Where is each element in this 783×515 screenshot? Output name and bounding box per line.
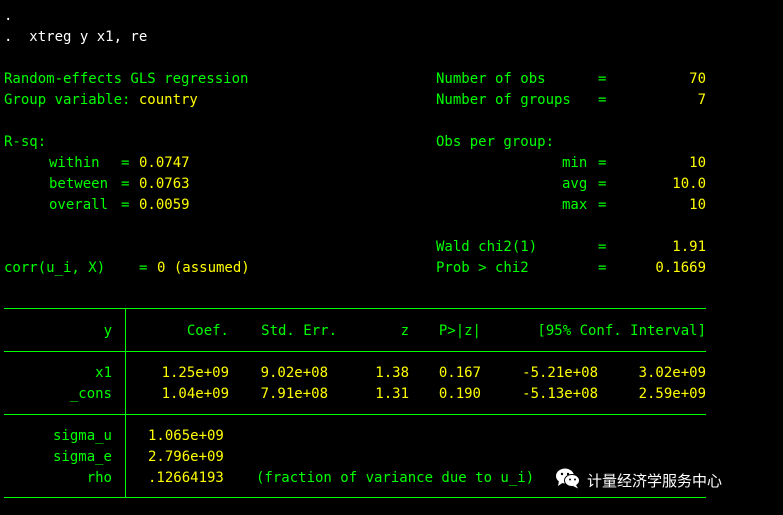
prob-eq: =	[598, 260, 607, 276]
table-header-coef: Coef.	[186, 323, 229, 339]
sigma-u-value: 1.065e+09	[148, 428, 224, 444]
max-label: max	[562, 197, 588, 213]
rho-value: .12664193	[148, 470, 224, 486]
corr-label: corr(u_i, X)	[4, 260, 106, 276]
table-cell-p: 0.190	[438, 386, 481, 402]
regression-title: Random-effects GLS regression	[4, 71, 249, 87]
table-cell-se: 7.91e+08	[260, 386, 328, 402]
rsq-between-eq: =	[121, 176, 130, 192]
rsq-overall-eq: =	[121, 197, 130, 213]
table-header-rule	[4, 351, 706, 352]
table-cell-p: 0.167	[438, 365, 481, 381]
table-cell-se: 9.02e+08	[260, 365, 328, 381]
rsq-label: R-sq:	[4, 134, 47, 150]
table-bottom-rule	[4, 497, 706, 498]
group-variable-value: country	[138, 92, 198, 108]
num-obs-eq: =	[598, 71, 607, 87]
prob-value: 0.1669	[655, 260, 706, 276]
table-header-z: z	[400, 323, 409, 339]
group-variable-label: Group variable:	[4, 92, 139, 108]
obs-per-group-label: Obs per group:	[436, 134, 555, 150]
table-cell-z: 1.31	[375, 386, 409, 402]
table-cell-lo: -5.13e+08	[522, 386, 598, 402]
avg-label: avg	[562, 176, 588, 192]
max-eq: =	[598, 197, 607, 213]
watermark: 计量经济学服务中心	[555, 467, 722, 493]
table-cell-coef: 1.04e+09	[161, 386, 229, 402]
table-cell-z: 1.38	[375, 365, 409, 381]
sigma-u-label: sigma_u	[52, 428, 112, 444]
table-header-stderr: Std. Err.	[261, 323, 337, 339]
rsq-between-label: between	[49, 176, 109, 192]
prob-label: Prob > chi2	[436, 260, 529, 276]
table-row-name: x1	[95, 365, 112, 381]
num-groups-eq: =	[598, 92, 607, 108]
wald-eq: =	[598, 239, 607, 255]
max-value: 10	[689, 197, 706, 213]
table-cell-coef: 1.25e+09	[161, 365, 229, 381]
avg-eq: =	[598, 176, 607, 192]
group-variable-line: Group variable: country	[4, 92, 198, 108]
min-label: min	[562, 155, 588, 171]
corr-value: 0 (assumed)	[157, 260, 250, 276]
console-dot: .	[4, 8, 13, 24]
rsq-overall-label: overall	[49, 197, 109, 213]
wald-label: Wald chi2(1)	[436, 239, 538, 255]
table-cell-hi: 2.59e+09	[638, 386, 706, 402]
table-header-pvalue: P>|z|	[438, 323, 481, 339]
min-eq: =	[598, 155, 607, 171]
table-vertical-rule	[125, 308, 126, 498]
table-top-rule	[4, 308, 706, 309]
rho-label: rho	[86, 470, 112, 486]
rsq-within-label: within	[49, 155, 100, 171]
num-obs-label: Number of obs	[436, 71, 546, 87]
min-value: 10	[689, 155, 706, 171]
avg-value: 10.0	[672, 176, 706, 192]
sigma-e-value: 2.796e+09	[148, 449, 224, 465]
watermark-text: 计量经济学服务中心	[587, 471, 723, 490]
console-command: . xtreg y x1, re	[4, 29, 148, 45]
table-header-depvar: y	[103, 323, 112, 339]
rsq-overall-value: 0.0059	[139, 197, 190, 213]
rsq-between-value: 0.0763	[139, 176, 190, 192]
wald-value: 1.91	[672, 239, 706, 255]
table-header-confint: [95% Conf. Interval]	[537, 323, 706, 339]
sigma-e-label: sigma_e	[52, 449, 112, 465]
rsq-within-eq: =	[121, 155, 130, 171]
num-groups-label: Number of groups	[436, 92, 571, 108]
table-cell-lo: -5.21e+08	[522, 365, 598, 381]
num-obs-value: 70	[689, 71, 706, 87]
table-section-rule	[4, 414, 706, 415]
corr-eq: =	[139, 260, 148, 276]
rsq-within-value: 0.0747	[139, 155, 190, 171]
num-groups-value: 7	[697, 92, 706, 108]
table-row-name: _cons	[69, 386, 112, 402]
wechat-icon	[555, 467, 581, 493]
table-cell-hi: 3.02e+09	[638, 365, 706, 381]
rho-note: (fraction of variance due to u_i)	[256, 470, 535, 486]
